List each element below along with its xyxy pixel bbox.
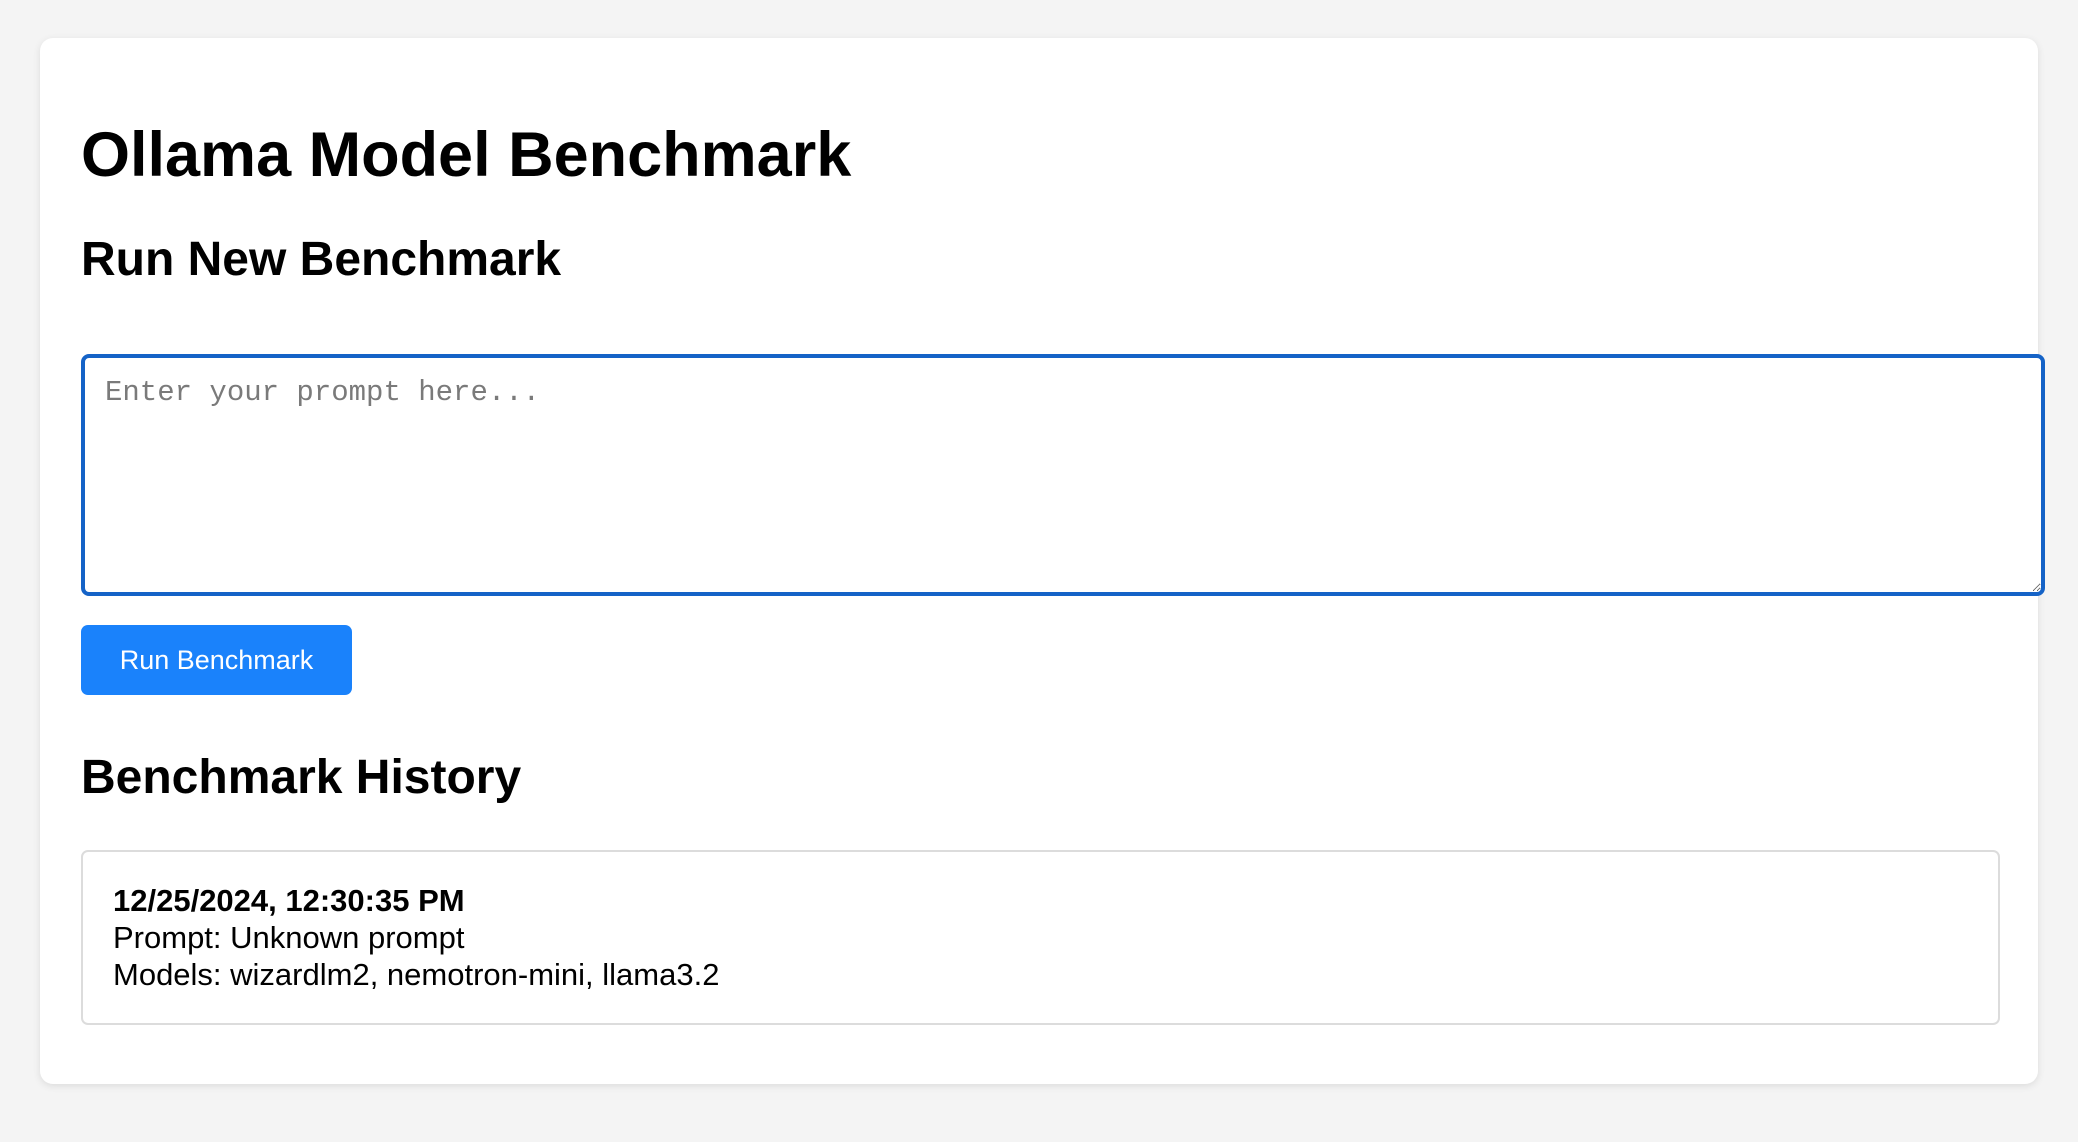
run-benchmark-button[interactable]: Run Benchmark: [81, 625, 352, 695]
history-item[interactable]: 12/25/2024, 12:30:35 PM Prompt: Unknown …: [81, 850, 2000, 1025]
run-benchmark-heading: Run New Benchmark: [81, 233, 562, 286]
history-item-prompt: Prompt: Unknown prompt: [113, 920, 465, 955]
history-item-models: Models: wizardlm2, nemotron-mini, llama3…: [113, 957, 720, 992]
benchmark-card: Ollama Model Benchmark Run New Benchmark…: [40, 38, 2045, 1084]
prompt-input[interactable]: [81, 354, 2045, 596]
page-title: Ollama Model Benchmark: [81, 120, 852, 190]
history-list: 12/25/2024, 12:30:35 PM Prompt: Unknown …: [81, 850, 2000, 1025]
history-item-timestamp: 12/25/2024, 12:30:35 PM: [113, 883, 465, 918]
benchmark-history-heading: Benchmark History: [81, 751, 522, 804]
